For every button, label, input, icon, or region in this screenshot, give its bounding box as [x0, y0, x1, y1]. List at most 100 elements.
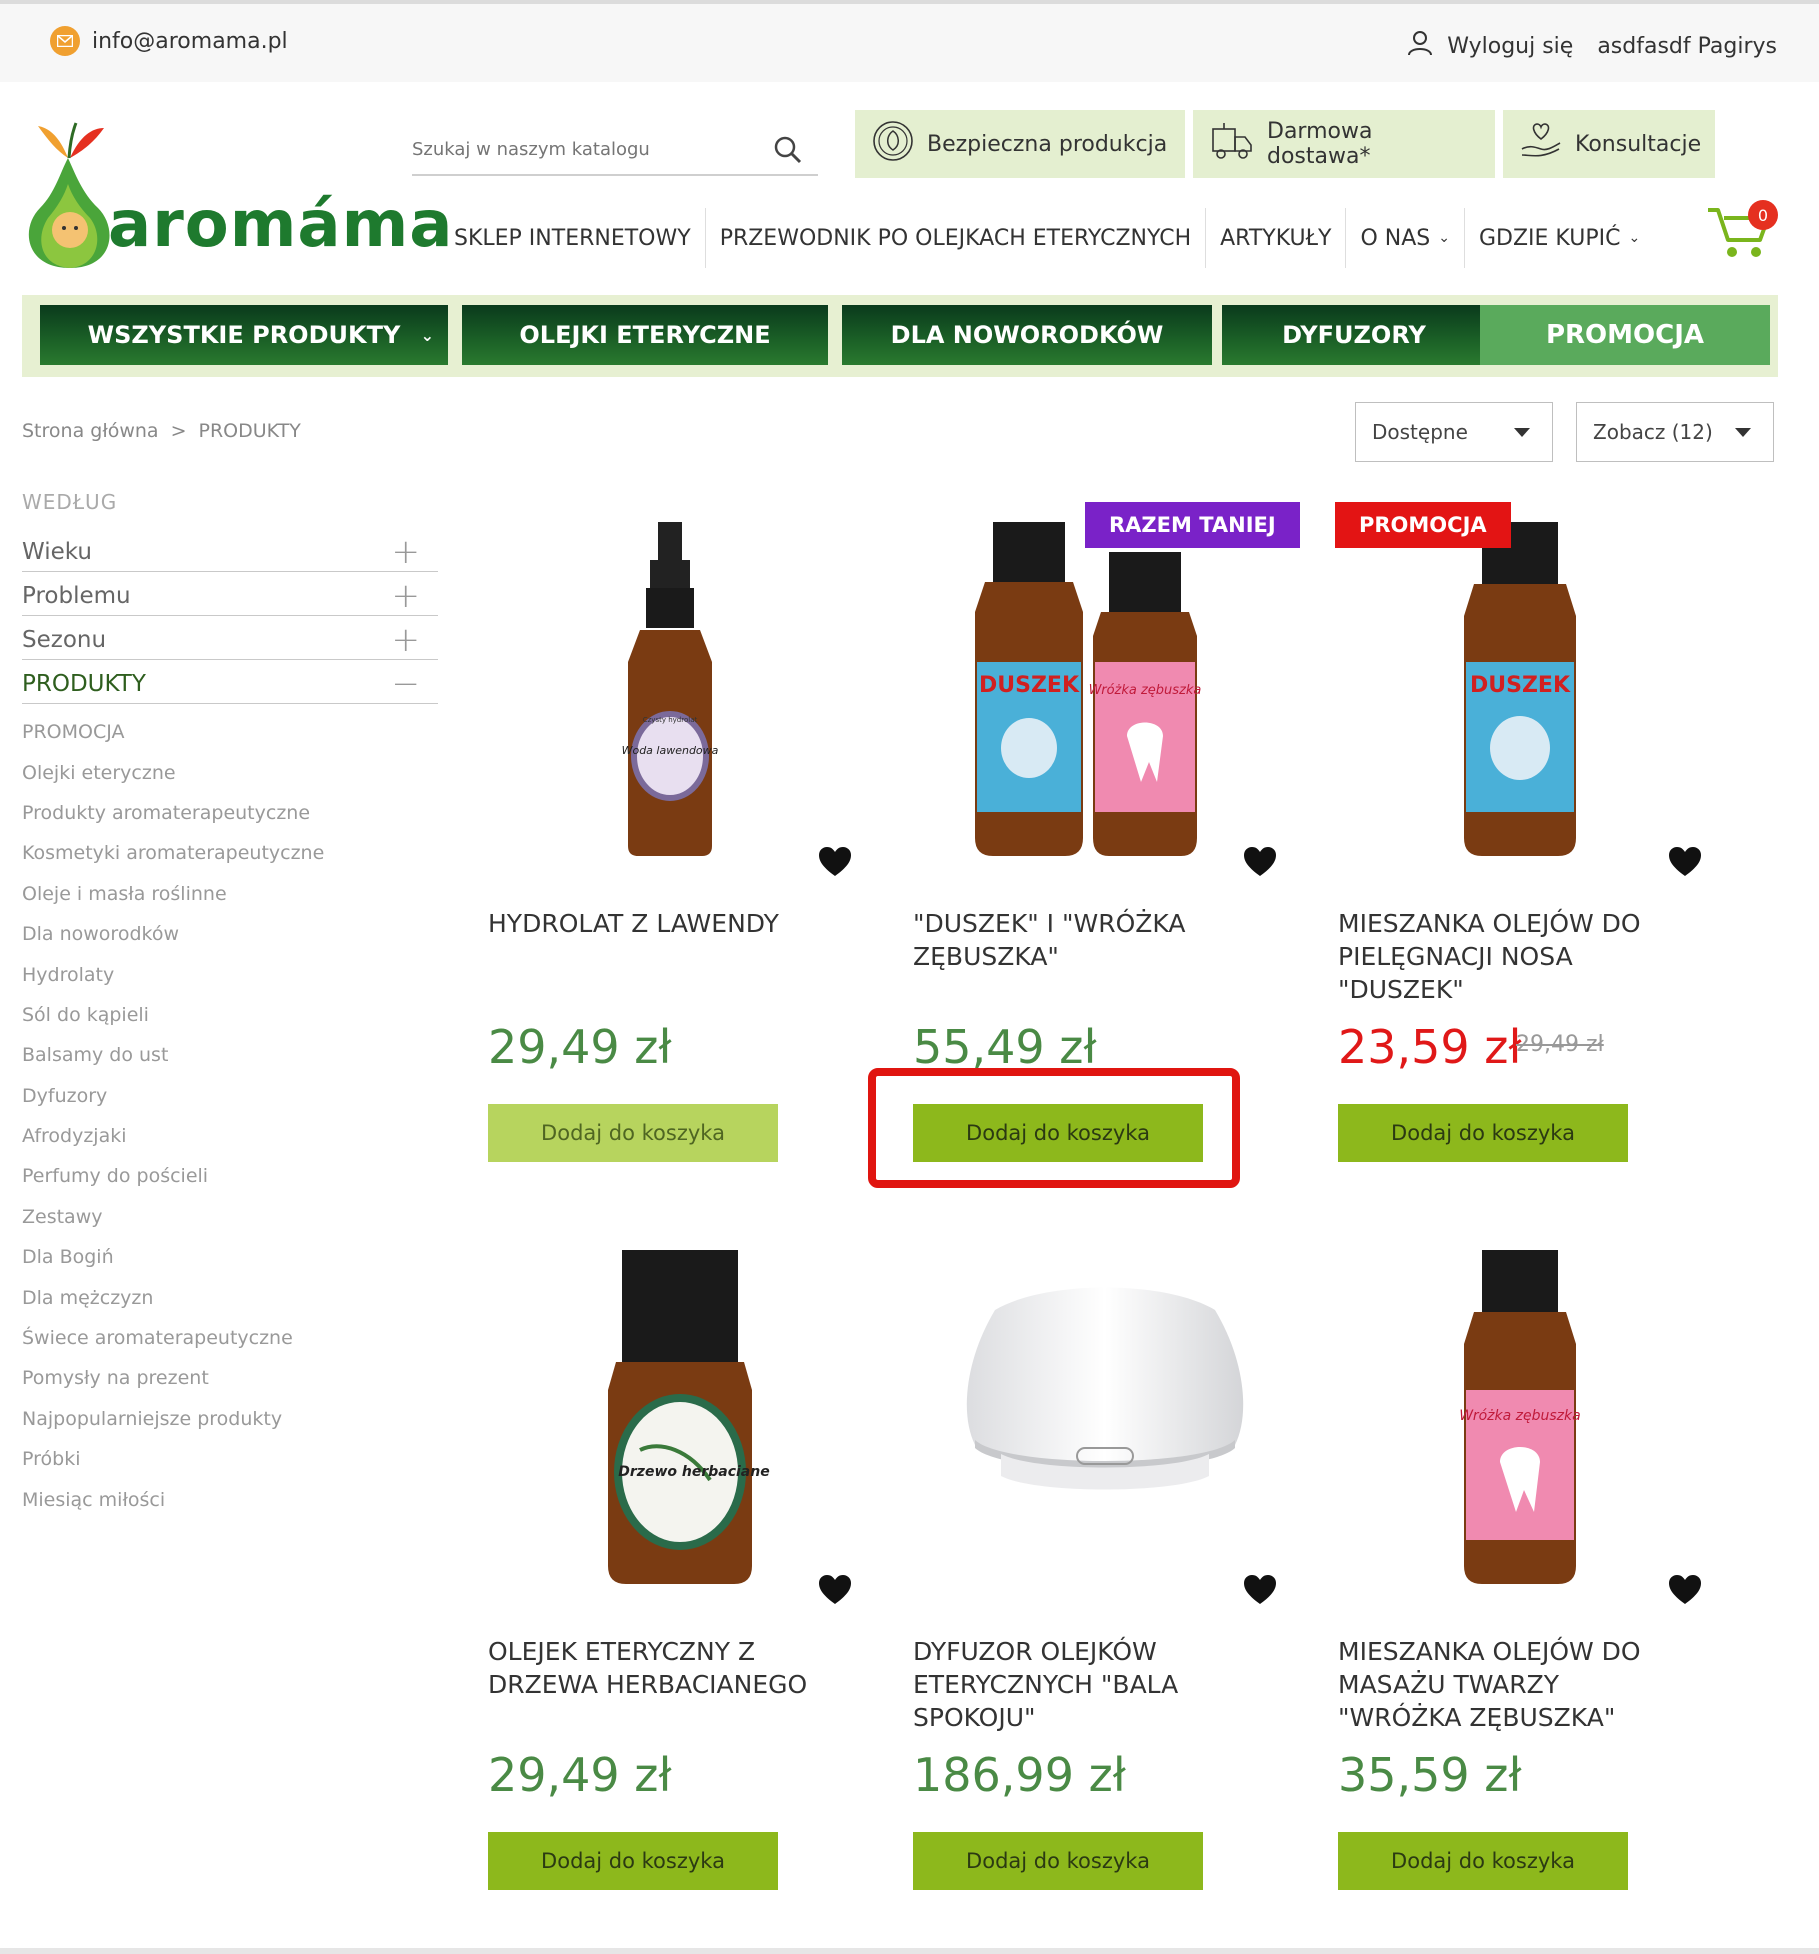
add-to-cart-button[interactable]: Dodaj do koszyka	[488, 1104, 778, 1162]
breadcrumb: Strona główna > PRODUKTY	[22, 420, 301, 442]
mail-icon	[50, 26, 80, 56]
sidebar-link[interactable]: Oleje i masła roślinne	[22, 874, 324, 914]
plus-icon[interactable]: +	[392, 576, 421, 616]
sidebar-link[interactable]: Zestawy	[22, 1197, 324, 1237]
footer-divider	[0, 1948, 1819, 1954]
sidebar-link[interactable]: Dla mężczyzn	[22, 1277, 324, 1317]
sidebar-category-list: PROMOCJA Olejki eteryczne Produkty aroma…	[22, 712, 324, 1520]
category-label: PROMOCJA	[1545, 320, 1705, 350]
sidebar-link[interactable]: Próbki	[22, 1439, 324, 1479]
filter-products[interactable]: PRODUKTY −	[22, 660, 438, 704]
chevron-down-icon: ⌄	[420, 325, 434, 345]
search-input[interactable]	[412, 132, 752, 166]
category-newborns[interactable]: DLA NOWORODKÓW	[842, 305, 1212, 365]
sidebar-link[interactable]: PROMOCJA	[22, 712, 324, 752]
sidebar-link[interactable]: Olejki eteryczne	[22, 752, 324, 792]
sidebar-link[interactable]: Hydrolaty	[22, 954, 324, 994]
select-value: Dostępne	[1372, 420, 1468, 444]
per-page-select[interactable]: Zobacz (12)	[1576, 402, 1774, 462]
product-name[interactable]: "DUSZEK" I "WRÓŻKA ZĘBUSZKA"	[913, 907, 1253, 973]
bottle-label-2: Wróżka zębuszka	[1089, 683, 1202, 698]
add-to-cart-button[interactable]: Dodaj do koszyka	[488, 1832, 778, 1890]
feature-label: Bezpieczna produkcja	[927, 131, 1168, 157]
product-name[interactable]: MIESZANKA OLEJÓW DO MASAŻU TWARZY "WRÓŻK…	[1338, 1635, 1678, 1734]
nav-shop[interactable]: SKLEP INTERNETOWY	[440, 208, 706, 268]
category-essential-oils[interactable]: OLEJKI ETERYCZNE	[462, 305, 828, 365]
email-link[interactable]: info@aromama.pl	[50, 26, 288, 56]
wishlist-heart-icon[interactable]	[1668, 846, 1702, 878]
nav-label: ARTYKUŁY	[1220, 225, 1332, 251]
product-name[interactable]: DYFUZOR OLEJKÓW ETERYCZNYCH "BALA SPOKOJ…	[913, 1635, 1253, 1734]
product-name[interactable]: OLEJEK ETERYCZNY Z DRZEWA HERBACIANEGO	[488, 1635, 828, 1701]
sidebar-link[interactable]: Dla noworodków	[22, 914, 324, 954]
sidebar-link[interactable]: Najpopularniejsze produkty	[22, 1399, 324, 1439]
breadcrumb-separator: >	[170, 420, 187, 442]
product-price: 186,99 zł	[913, 1748, 1126, 1802]
category-all-products[interactable]: WSZYSTKIE PRODUKTY ⌄	[40, 305, 448, 365]
wishlist-heart-icon[interactable]	[818, 846, 852, 878]
filter-problem[interactable]: Problemu +	[22, 572, 438, 616]
leaf-badge-icon	[871, 119, 915, 169]
chevron-down-icon: ⌄	[1438, 230, 1450, 246]
feature-consultations[interactable]: Konsultacje	[1503, 110, 1715, 178]
cart-button[interactable]: 0	[1704, 198, 1784, 268]
search-button[interactable]	[768, 130, 808, 170]
sidebar-link[interactable]: Perfumy do pościeli	[22, 1156, 324, 1196]
nav-label: SKLEP INTERNETOWY	[454, 225, 691, 251]
sidebar-link[interactable]: Miesiąc miłości	[22, 1479, 324, 1519]
feature-label: Darmowa dostawa*	[1267, 119, 1373, 169]
main-nav: SKLEP INTERNETOWY PRZEWODNIK PO OLEJKACH…	[440, 208, 1654, 268]
logo[interactable]: aromáma	[20, 118, 452, 283]
product-price: 29,49 zł	[488, 1020, 672, 1074]
sidebar-link[interactable]: Sól do kąpieli	[22, 995, 324, 1035]
product-image[interactable]: DUSZEK	[1330, 512, 1730, 882]
sidebar-link[interactable]: Pomysły na prezent	[22, 1358, 324, 1398]
add-to-cart-button[interactable]: Dodaj do koszyka	[1338, 1104, 1628, 1162]
sidebar-link[interactable]: Afrodyzjaki	[22, 1116, 324, 1156]
filter-age[interactable]: Wieku +	[22, 528, 438, 572]
plus-icon[interactable]: +	[392, 620, 421, 660]
category-diffusers[interactable]: DYFUZORY	[1222, 305, 1486, 365]
nav-about[interactable]: O NAS ⌄	[1346, 208, 1465, 268]
highlight-box	[868, 1068, 1240, 1188]
sidebar-link[interactable]: Kosmetyki aromaterapeutyczne	[22, 833, 324, 873]
sidebar-link[interactable]: Produkty aromaterapeutyczne	[22, 793, 324, 833]
sidebar-link[interactable]: Balsamy do ust	[22, 1035, 324, 1075]
product-image[interactable]	[905, 1240, 1305, 1610]
filter-season[interactable]: Sezonu +	[22, 616, 438, 660]
add-to-cart-button[interactable]: Dodaj do koszyka	[913, 1832, 1203, 1890]
cart-count-badge: 0	[1748, 200, 1778, 230]
logout-link[interactable]: Wyloguj się	[1447, 34, 1573, 59]
minus-icon[interactable]: −	[392, 664, 421, 704]
user-name[interactable]: asdfasdf Pagirys	[1597, 34, 1777, 59]
category-promotion[interactable]: PROMOCJA	[1480, 305, 1770, 365]
product-name[interactable]: MIESZANKA OLEJÓW DO PIELĘGNACJI NOSA "DU…	[1338, 907, 1678, 1006]
wishlist-heart-icon[interactable]	[1243, 1574, 1277, 1606]
product-name[interactable]: HYDROLAT Z LAWENDY	[488, 907, 828, 940]
feature-free-delivery[interactable]: Darmowa dostawa*	[1193, 110, 1495, 178]
product-image[interactable]: Drzewo herbaciane	[480, 1240, 880, 1610]
product-image[interactable]: Wróżka zębuszka	[1330, 1240, 1730, 1610]
add-to-cart-button[interactable]: Dodaj do koszyka	[1338, 1832, 1628, 1890]
wishlist-heart-icon[interactable]	[1668, 1574, 1702, 1606]
wishlist-heart-icon[interactable]	[1243, 846, 1277, 878]
category-label: DLA NOWORODKÓW	[890, 321, 1164, 349]
sidebar-link[interactable]: Dyfuzory	[22, 1076, 324, 1116]
product-image[interactable]: Czysty hydrolat Woda lawendowa	[480, 512, 880, 882]
nav-oil-guide[interactable]: PRZEWODNIK PO OLEJKACH ETERYCZNYCH	[706, 208, 1207, 268]
availability-select[interactable]: Dostępne	[1355, 402, 1553, 462]
nav-where-to-buy[interactable]: GDZIE KUPIĆ ⌄	[1465, 208, 1654, 268]
sidebar-link[interactable]: Świece aromaterapeutyczne	[22, 1318, 324, 1358]
sidebar-link[interactable]: Dla Bogiń	[22, 1237, 324, 1277]
user-icon	[1407, 30, 1433, 62]
feature-safe-production[interactable]: Bezpieczna produkcja	[855, 110, 1185, 178]
product-old-price: 29,49 zł	[1516, 1032, 1604, 1057]
wishlist-heart-icon[interactable]	[818, 1574, 852, 1606]
product-image[interactable]: DUSZEK Wróżka zębuszka	[905, 512, 1305, 882]
nav-label: GDZIE KUPIĆ	[1478, 225, 1621, 251]
breadcrumb-home[interactable]: Strona główna	[22, 420, 159, 442]
email-text[interactable]: info@aromama.pl	[92, 29, 288, 54]
select-value: Zobacz (12)	[1593, 420, 1713, 444]
plus-icon[interactable]: +	[392, 532, 421, 572]
nav-articles[interactable]: ARTYKUŁY	[1206, 208, 1347, 268]
